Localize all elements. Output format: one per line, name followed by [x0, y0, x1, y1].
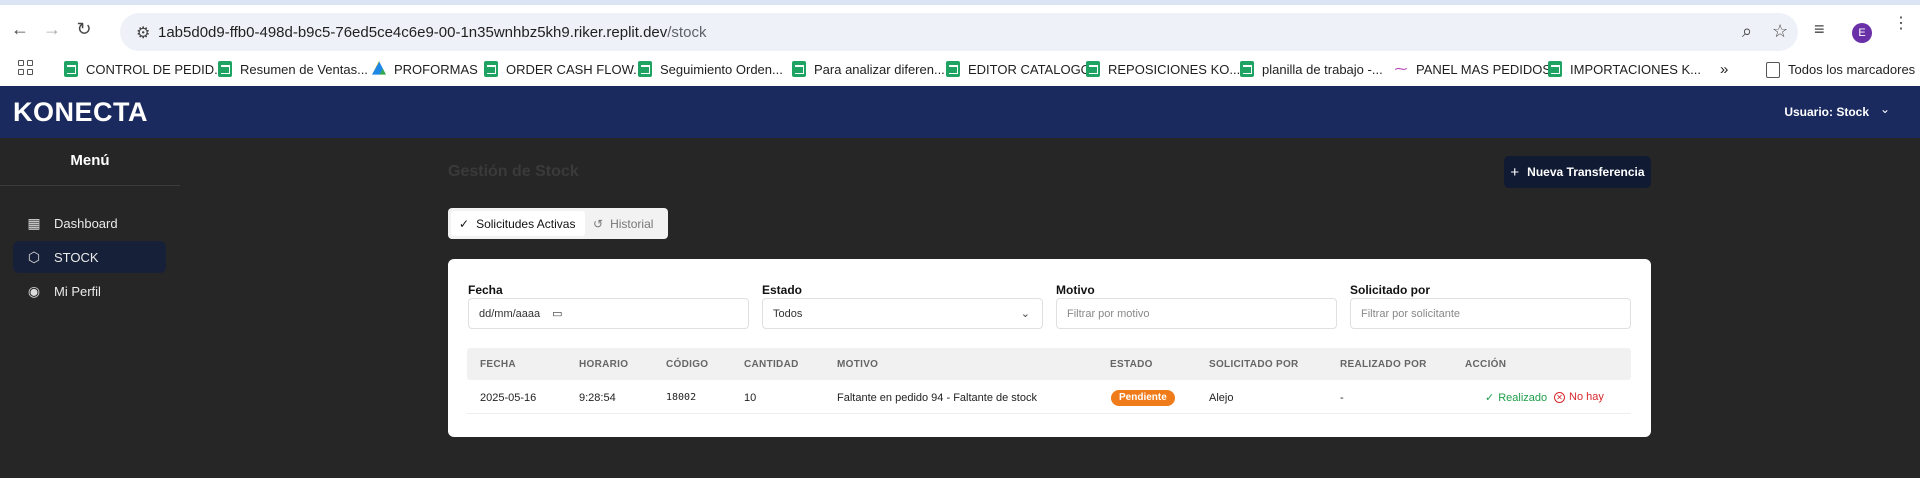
new-transfer-button[interactable]: + Nueva Transferencia [1504, 156, 1651, 188]
all-bookmarks[interactable]: Todos los marcadores [1766, 57, 1915, 81]
page-title: Gestión de Stock [448, 163, 579, 180]
bookmark-item[interactable]: IMPORTACIONES K... [1548, 57, 1701, 81]
sheets-icon [946, 61, 960, 77]
profile-avatar[interactable]: E [1852, 23, 1872, 43]
column-header: ACCIÓN [1465, 359, 1507, 370]
bookmark-item[interactable]: Para analizar diferen... [792, 57, 945, 81]
sheets-icon [792, 61, 806, 77]
bookmark-item[interactable]: ORDER CASH FLOW... [484, 57, 644, 81]
cell-cantidad: 10 [744, 392, 757, 404]
more-bookmarks-icon[interactable]: » [1720, 57, 1728, 81]
site-info-icon[interactable]: ⚙ [136, 23, 150, 43]
column-header: MOTIVO [837, 359, 879, 370]
check-icon: ✓ [1485, 392, 1495, 404]
solicitado-label: Solicitado por [1350, 283, 1431, 297]
cell-realizado: - [1340, 392, 1344, 404]
sidebar-item-stock[interactable]: ⬡ STOCK [13, 241, 166, 273]
back-icon[interactable]: ← [10, 19, 30, 39]
sheets-icon [638, 61, 652, 77]
column-header: SOLICITADO POR [1209, 359, 1299, 370]
bookmark-item[interactable]: ⁓ PANEL MAS PEDIDOS [1394, 57, 1552, 81]
requests-card: Fecha dd/mm/aaaa ▭ Estado Todos ⌄ Motivo… [448, 259, 1651, 437]
cell-codigo: 18002 [666, 392, 697, 403]
drive-icon [372, 61, 386, 75]
sheets-icon [1086, 61, 1100, 77]
sheets-icon [64, 61, 78, 77]
chevron-down-icon: ⌄ [1020, 308, 1030, 320]
zoom-icon[interactable]: ⌕ [1742, 21, 1752, 42]
column-header: ESTADO [1110, 359, 1153, 370]
address-bar[interactable]: ⚙ 1ab5d0d9-ffb0-498d-b9c5-76ed5ce4c6e9-0… [120, 13, 1798, 51]
reload-icon[interactable]: ↻ [74, 19, 94, 39]
sidebar-title: Menú [70, 152, 110, 169]
column-header: HORARIO [579, 359, 629, 370]
folder-icon [1766, 62, 1780, 78]
brand-logo: KONECTA [13, 97, 148, 127]
estado-label: Estado [762, 283, 803, 297]
column-header: REALIZADO POR [1340, 359, 1427, 370]
apps-grid-icon[interactable] [18, 60, 34, 76]
bookmark-item[interactable]: EDITOR CATALOGO [946, 57, 1091, 81]
check-icon: ✓ [459, 216, 470, 231]
mark-done-button[interactable]: ✓ Realizado [1485, 391, 1547, 405]
column-header: CANTIDAD [744, 359, 799, 370]
bookmark-item[interactable]: PROFORMAS [372, 57, 478, 81]
divider [0, 185, 180, 186]
sheets-icon [1548, 61, 1562, 77]
sheets-icon [1240, 61, 1254, 77]
requester-filter-input[interactable]: Filtrar por solicitante [1350, 298, 1631, 329]
bookmark-star-icon[interactable]: ☆ [1772, 21, 1788, 42]
cell-solicitado: Alejo [1209, 392, 1234, 404]
sheets-icon [218, 61, 232, 77]
bookmarks-bar: CONTROL DE PEDID... Resumen de Ventas...… [0, 54, 1920, 86]
cell-horario: 9:28:54 [579, 392, 616, 404]
app-header: KONECTA Usuario: Stock ⌄ [0, 86, 1920, 138]
tab-list: ✓ Solicitudes Activas ↺ Historial [448, 208, 668, 239]
plus-icon: + [1510, 163, 1520, 181]
status-select[interactable]: Todos ⌄ [762, 298, 1043, 329]
sidebar-item-dashboard[interactable]: ▦ Dashboard [13, 207, 166, 239]
more-menu-icon[interactable]: ⋮ [1893, 16, 1909, 32]
bookmark-item[interactable]: CONTROL DE PEDID... [64, 57, 225, 81]
tab-active-requests[interactable]: ✓ Solicitudes Activas [451, 211, 585, 236]
date-filter-input[interactable]: dd/mm/aaaa ▭ [468, 298, 749, 329]
user-menu[interactable]: Usuario: Stock [1784, 105, 1869, 119]
tab-history[interactable]: ↺ Historial [585, 211, 661, 236]
forward-icon[interactable]: → [42, 19, 62, 39]
table-row: 2025-05-16 9:28:54 18002 10 Faltante en … [467, 380, 1631, 414]
sidebar-item-profile[interactable]: ◉ Mi Perfil [13, 275, 166, 307]
bookmark-item[interactable]: Resumen de Ventas... [218, 57, 368, 81]
bookmark-item[interactable]: planilla de trabajo -... [1240, 57, 1383, 81]
browser-toolbar: ← → ↻ ⚙ 1ab5d0d9-ffb0-498d-b9c5-76ed5ce4… [0, 0, 1920, 54]
history-icon: ↺ [593, 216, 604, 231]
sheets-icon [484, 61, 498, 77]
box-icon: ⬡ [27, 249, 41, 265]
reason-filter-input[interactable]: Filtrar por motivo [1056, 298, 1337, 329]
bookmark-item[interactable]: REPOSICIONES KO... [1086, 57, 1240, 81]
user-circle-icon: ◉ [27, 283, 41, 299]
motivo-label: Motivo [1056, 283, 1095, 297]
bookmark-item[interactable]: Seguimiento Orden... [638, 57, 783, 81]
status-badge: Pendiente [1111, 390, 1175, 406]
dashboard-icon: ▦ [27, 215, 41, 231]
not-available-button[interactable]: ✕ No hay [1554, 391, 1604, 403]
url-text[interactable]: 1ab5d0d9-ffb0-498d-b9c5-76ed5ce4c6e9-00-… [158, 24, 706, 41]
column-header: CÓDIGO [666, 359, 709, 370]
chevron-down-icon[interactable]: ⌄ [1880, 102, 1890, 116]
cell-fecha: 2025-05-16 [480, 392, 537, 404]
media-icon[interactable]: ≡ [1814, 19, 1825, 40]
table-header: FECHA HORARIO CÓDIGO CANTIDAD MOTIVO EST… [467, 348, 1631, 380]
calendar-icon[interactable]: ▭ [552, 307, 562, 320]
sidebar: Menú ▦ Dashboard ⬡ STOCK ◉ Mi Perfil [0, 138, 180, 478]
fecha-label: Fecha [468, 283, 503, 297]
x-circle-icon: ✕ [1554, 391, 1565, 403]
panel-icon: ⁓ [1394, 61, 1408, 76]
column-header: FECHA [480, 359, 516, 370]
cell-motivo: Faltante en pedido 94 - Faltante de stoc… [837, 392, 1037, 404]
